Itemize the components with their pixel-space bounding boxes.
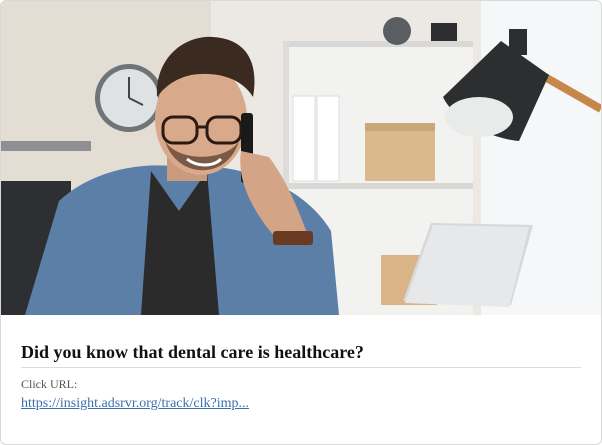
ad-body: Did you know that dental care is healthc… [21, 315, 581, 413]
ad-image[interactable] [1, 1, 601, 315]
title-divider [21, 367, 581, 368]
ad-card: Did you know that dental care is healthc… [0, 0, 602, 445]
click-url-link[interactable]: https://insight.adsrvr.org/track/clk?imp… [21, 395, 249, 413]
ad-photo-illustration [1, 1, 601, 315]
click-url-label: Click URL: [21, 377, 78, 391]
ad-title[interactable]: Did you know that dental care is healthc… [21, 341, 581, 363]
